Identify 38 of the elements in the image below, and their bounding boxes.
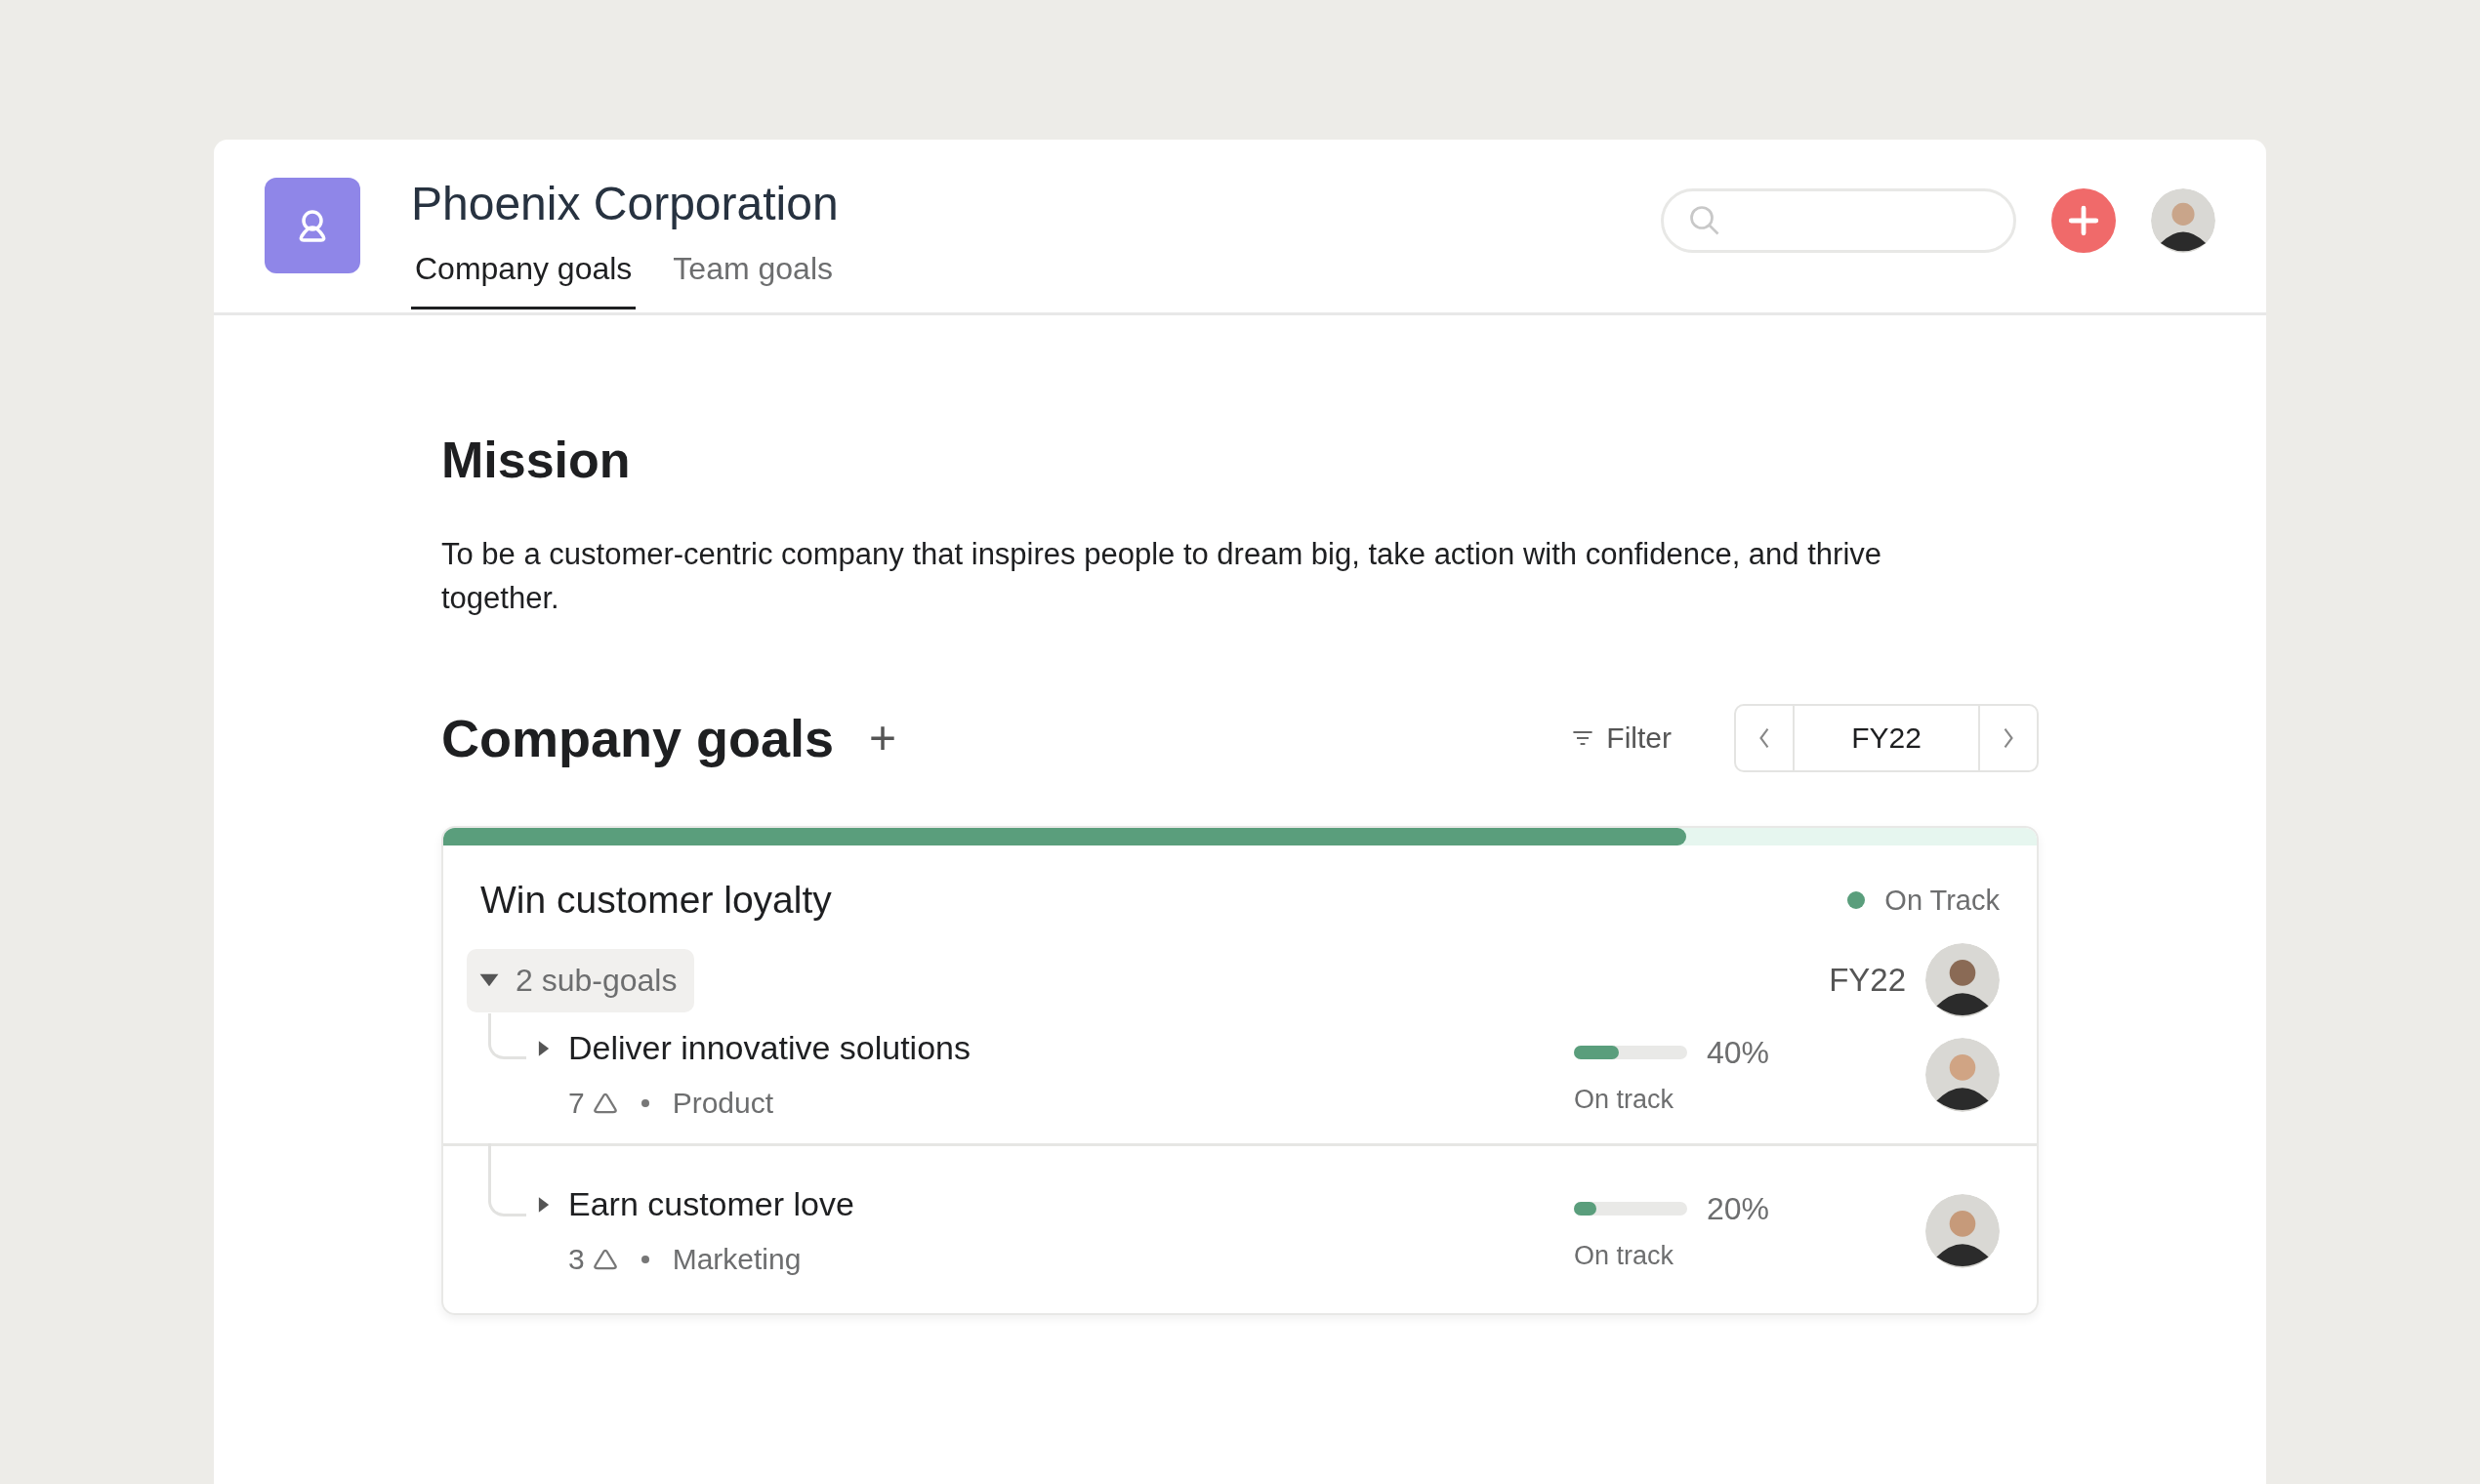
app-title: Phoenix Corporation [411,177,839,231]
section-heading: Mission [441,431,632,489]
status-label: On track [1574,1084,1675,1115]
avatar-icon [1925,943,2000,1017]
tab[interactable]: Company goals [411,243,637,309]
goal-title: Win customer loyalty [480,879,833,922]
sub-goal-title: Earn customer love [568,1185,854,1223]
tree-line [488,1013,526,1059]
avatar-icon [1925,1037,2000,1112]
avatar-icon[interactable] [2151,188,2215,253]
period-label: FY22 [1793,706,1980,770]
triangle-icon [592,1092,618,1115]
add-goal-button[interactable]: + [863,715,903,762]
chevron-left-icon [1757,726,1771,750]
period-label: FY22 [1829,962,1906,999]
filter-icon [1571,728,1595,748]
chevron-right-icon [2002,726,2015,750]
filter-button[interactable]: Filter [1565,716,1677,761]
count-label: 3 [568,1243,585,1276]
avatar-icon [1925,1193,2000,1268]
sub-goals-toggle[interactable]: 2 sub-goals [467,948,695,1012]
team-label: Marketing [672,1243,802,1276]
logo-icon [265,178,360,273]
status-label: On Track [1884,884,2000,917]
plus-icon [2068,205,2099,236]
bullet-dot [641,1256,649,1263]
sub-goal-title: Deliver innovative solutions [568,1029,971,1067]
bullet-dot [641,1099,649,1107]
status-label: On track [1574,1240,1675,1271]
team-label: Product [672,1087,774,1120]
percent-label: 20% [1707,1190,1770,1227]
mission-text: To be a customer-centric company that inspires people to dream big, take action with confidence, and thrive together. [441,536,1882,617]
triangle-icon [592,1248,618,1271]
section-heading: Company goals [441,708,835,769]
count-label: 7 [568,1087,585,1120]
tab[interactable]: Team goals [669,243,837,309]
search-field[interactable] [1661,188,2016,253]
percent-label: 40% [1707,1034,1770,1071]
